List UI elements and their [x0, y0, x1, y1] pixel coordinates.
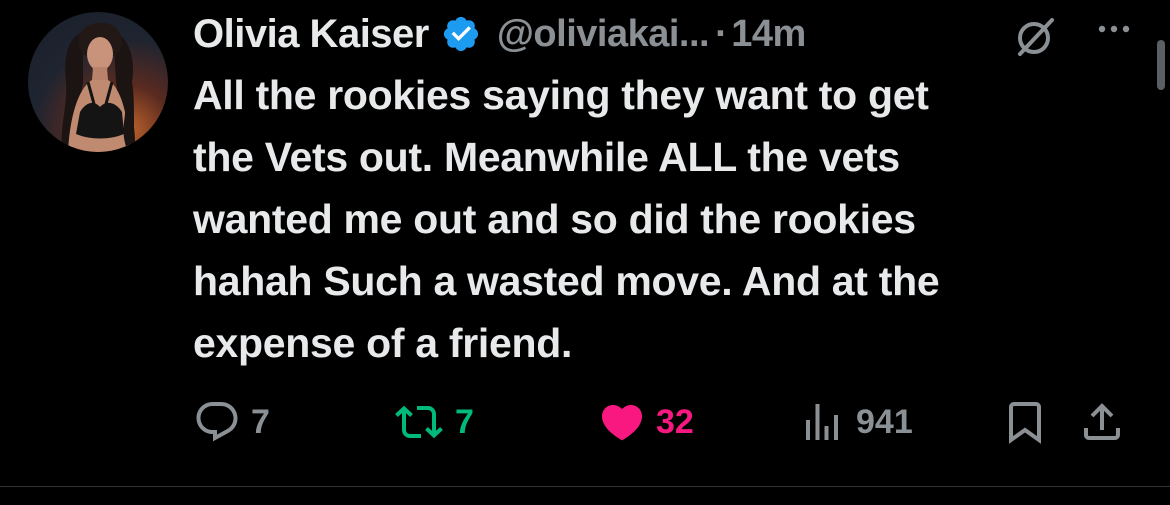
avatar-image — [61, 22, 136, 152]
tweet-text-line: hahah Such a wasted move. And at the — [193, 258, 940, 304]
separator-dot: · — [715, 12, 728, 55]
reply-count: 7 — [251, 402, 270, 441]
repost-button[interactable]: 7 — [393, 398, 474, 446]
tweet-header: Olivia Kaiser @oliviakai... · 14m — [193, 10, 806, 58]
scrollbar[interactable] — [1157, 40, 1165, 90]
timestamp[interactable]: 14m — [731, 13, 806, 56]
verified-badge-icon — [441, 14, 481, 54]
repost-icon — [393, 398, 445, 446]
author-handle[interactable]: @oliviakai... — [497, 13, 710, 56]
reply-icon — [193, 398, 241, 446]
heart-icon — [598, 398, 646, 446]
share-button[interactable] — [1078, 398, 1126, 446]
share-icon — [1078, 398, 1126, 446]
tweet-text: All the rookies saying they want to get … — [193, 64, 1113, 374]
author-name[interactable]: Olivia Kaiser — [193, 12, 429, 57]
divider — [0, 486, 1170, 487]
tweet-text-line: expense of a friend. — [193, 320, 573, 366]
views-bar-chart-icon — [798, 398, 846, 446]
tweet-text-line: All the rookies saying they want to get — [193, 72, 929, 118]
bookmark-icon — [1001, 398, 1049, 446]
like-count: 32 — [656, 402, 694, 441]
tweet-text-line: the Vets out. Meanwhile ALL the vets — [193, 134, 900, 180]
reply-button[interactable]: 7 — [193, 398, 270, 446]
bookmark-button[interactable] — [1001, 398, 1049, 446]
tweet[interactable]: Olivia Kaiser @oliviakai... · 14m All th… — [0, 0, 1170, 505]
repost-count: 7 — [455, 402, 474, 441]
more-dots-icon[interactable] — [1090, 14, 1138, 44]
views-button[interactable]: 941 — [798, 398, 913, 446]
tweet-text-line: wanted me out and so did the rookies — [193, 196, 916, 242]
avatar[interactable] — [28, 12, 168, 152]
action-bar: 7 7 32 941 — [193, 398, 1143, 446]
like-button[interactable]: 32 — [598, 398, 694, 446]
views-count: 941 — [856, 402, 913, 441]
grok-icon[interactable] — [1012, 14, 1058, 60]
